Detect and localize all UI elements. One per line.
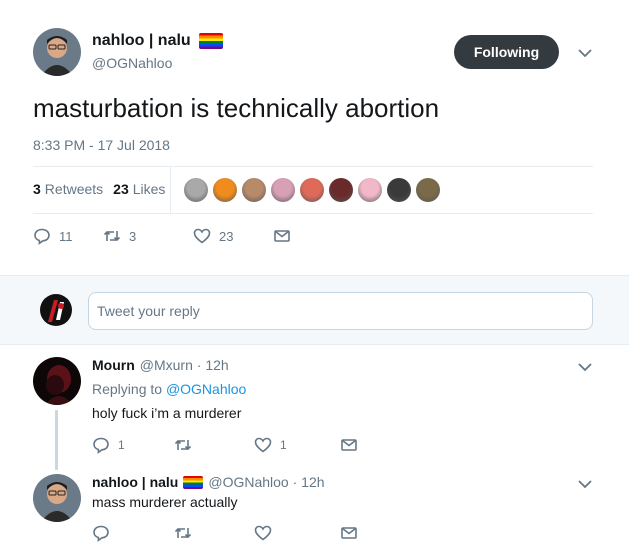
retweet-icon xyxy=(103,230,121,242)
reply-handle-time[interactable]: @OGNahloo · 12h xyxy=(208,474,324,490)
chevron-down-icon[interactable] xyxy=(578,48,592,58)
avatar[interactable] xyxy=(33,474,81,522)
direct-message-button[interactable] xyxy=(273,227,291,245)
likes-stat[interactable]: 23 Likes xyxy=(113,181,165,197)
chevron-down-icon[interactable] xyxy=(578,479,592,489)
retweet-count: 3 xyxy=(129,228,137,244)
main-tweet: nahloo | nalu @OGNahloo Following mastur… xyxy=(0,0,629,275)
reply-actions: 1 1 xyxy=(92,436,358,454)
chevron-down-icon[interactable] xyxy=(578,362,592,372)
liker-avatar[interactable] xyxy=(242,178,266,202)
author-display-name[interactable]: nahloo | nalu xyxy=(92,32,191,50)
liker-avatar[interactable] xyxy=(213,178,237,202)
liker-avatars xyxy=(184,178,440,202)
liker-avatar[interactable] xyxy=(329,178,353,202)
reply-icon xyxy=(93,437,109,454)
retweet-button[interactable] xyxy=(174,524,254,542)
reply-composer xyxy=(0,275,629,345)
liker-avatar[interactable] xyxy=(300,178,324,202)
heart-icon xyxy=(254,525,272,541)
replying-to-link[interactable]: @OGNahloo xyxy=(166,381,246,397)
rainbow-flag-icon xyxy=(198,33,223,49)
reply-button[interactable]: 11 xyxy=(33,227,103,245)
tweet-actions: 11 3 23 xyxy=(33,227,291,245)
envelope-icon xyxy=(341,527,357,539)
reply-handle-time[interactable]: @Mxurn · 12h xyxy=(140,357,229,373)
reply-input[interactable] xyxy=(88,292,593,330)
reply-author[interactable]: nahloo | nalu @OGNahloo · 12h xyxy=(92,474,325,490)
reply-icon xyxy=(93,525,109,542)
envelope-icon xyxy=(274,230,290,242)
retweets-stat[interactable]: 3 Retweets xyxy=(33,181,103,197)
direct-message-button[interactable] xyxy=(340,524,358,542)
heart-icon xyxy=(193,228,211,244)
liker-avatar[interactable] xyxy=(387,178,411,202)
following-button[interactable]: Following xyxy=(454,35,559,69)
tweet-stats: 3 Retweets 23 Likes xyxy=(33,181,165,197)
tweet-text: masturbation is technically abortion xyxy=(33,93,440,123)
like-button[interactable]: 1 xyxy=(254,436,340,454)
reply-author[interactable]: Mourn @Mxurn · 12h xyxy=(92,357,229,373)
replying-to: Replying to @OGNahloo xyxy=(92,381,247,397)
avatar[interactable] xyxy=(40,294,72,326)
divider xyxy=(33,166,593,167)
like-count: 23 xyxy=(219,228,234,244)
reply-display-name[interactable]: Mourn xyxy=(92,357,135,373)
avatar[interactable] xyxy=(33,28,81,76)
retweet-icon xyxy=(174,527,192,539)
reply-count: 1 xyxy=(118,438,125,452)
divider xyxy=(170,166,171,213)
like-button[interactable] xyxy=(254,524,340,542)
reply-count: 11 xyxy=(59,228,73,244)
reply-icon xyxy=(34,228,50,245)
liker-avatar[interactable] xyxy=(416,178,440,202)
reply-text: mass murderer actually xyxy=(92,494,238,510)
like-count: 1 xyxy=(280,438,287,452)
author-handle[interactable]: @OGNahloo xyxy=(92,55,172,71)
thread-connector xyxy=(55,410,58,470)
like-button[interactable]: 23 xyxy=(193,227,273,245)
heart-icon xyxy=(254,437,272,453)
avatar[interactable] xyxy=(33,357,81,405)
reply-text: holy fuck i’m a murderer xyxy=(92,405,242,421)
envelope-icon xyxy=(341,439,357,451)
reply-button[interactable] xyxy=(92,524,174,542)
direct-message-button[interactable] xyxy=(340,436,358,454)
author-name[interactable]: nahloo | nalu xyxy=(92,32,223,50)
reply-button[interactable]: 1 xyxy=(92,436,174,454)
divider xyxy=(33,213,593,214)
retweet-icon xyxy=(174,439,192,451)
tweet-timestamp[interactable]: 8:33 PM - 17 Jul 2018 xyxy=(33,137,170,153)
reply-actions xyxy=(92,524,358,542)
rainbow-flag-icon xyxy=(183,475,204,489)
liker-avatar[interactable] xyxy=(271,178,295,202)
retweet-button[interactable]: 3 xyxy=(103,227,193,245)
liker-avatar[interactable] xyxy=(358,178,382,202)
liker-avatar[interactable] xyxy=(184,178,208,202)
reply-display-name[interactable]: nahloo | nalu xyxy=(92,474,178,490)
retweet-button[interactable] xyxy=(174,436,254,454)
